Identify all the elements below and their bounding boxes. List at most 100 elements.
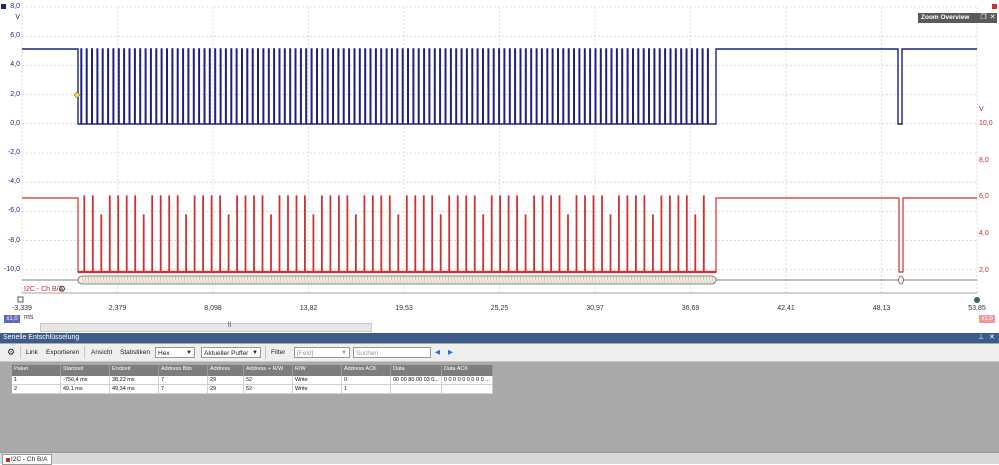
- table-column-header[interactable]: Address + R/W: [243, 365, 293, 376]
- table-column-header[interactable]: Address: [207, 365, 244, 376]
- table-cell: -756,4 ms: [60, 376, 110, 385]
- x-tick: 25,25: [490, 305, 509, 312]
- search-input[interactable]: Suchen: [353, 347, 431, 358]
- table-row[interactable]: 1 -756,4 ms 38,22 ms 7 29 52 Write 0 00 00 80 00…: [12, 376, 493, 385]
- field-select[interactable]: [Feld] ▼: [294, 347, 350, 358]
- table-cell: 1: [341, 384, 391, 394]
- close-icon[interactable]: ✕: [989, 13, 996, 23]
- x-tick: 8,098: [204, 305, 222, 312]
- x-tick: 53,85: [968, 305, 986, 312]
- x-tick: 36,69: [681, 305, 700, 312]
- y-left-tick: 0,0: [10, 119, 20, 127]
- table-column-header[interactable]: Address ACK: [341, 365, 391, 376]
- x-tick: 30,97: [586, 305, 604, 312]
- table-column-header[interactable]: Data ACK: [441, 365, 493, 376]
- y-right-tick: 6,0: [979, 193, 989, 201]
- table-column-header[interactable]: Address Bits: [158, 365, 208, 376]
- scrollbar-grip-icon[interactable]: ll: [228, 322, 231, 329]
- x-tick: 48,13: [872, 305, 891, 312]
- decoder-toolbar: ⚙ Link Exportieren Ansicht Statistiken H…: [0, 344, 999, 362]
- y-right-tick: 4,0: [979, 230, 989, 238]
- table-cell: 1: [12, 376, 61, 385]
- zoom-overview-panel[interactable]: Zoom Overview ❐ ✕: [918, 13, 997, 23]
- tab-i2c-channel[interactable]: I2C - Ch B/A: [2, 454, 53, 465]
- table-column-header[interactable]: R/W: [292, 365, 342, 376]
- table-cell: 7: [158, 376, 208, 385]
- table-cell: 7: [158, 384, 208, 394]
- format-value: Hex: [158, 350, 170, 357]
- table-cell: Write: [292, 376, 342, 385]
- field-placeholder: [Feld]: [297, 350, 314, 357]
- serial-decoder-panel: Serielle Entschlüsselung ⊥ ✕ ⚙ Link Expo…: [0, 333, 999, 463]
- table-column-header[interactable]: Paket: [12, 365, 61, 376]
- gear-icon[interactable]: ⚙: [58, 284, 66, 295]
- table-cell: [390, 384, 442, 394]
- settings-gear-icon[interactable]: ⚙: [7, 347, 15, 358]
- decoder-title: Serielle Entschlüsselung: [3, 334, 80, 341]
- scope-plot[interactable]: [0, 0, 999, 333]
- time-scrollbar[interactable]: [40, 323, 372, 332]
- close-icon[interactable]: ✕: [989, 333, 995, 343]
- time-start-marker-icon[interactable]: [17, 296, 24, 303]
- table-cell: 29: [207, 384, 244, 394]
- decode-packet-2[interactable]: [898, 275, 904, 285]
- table-column-header[interactable]: Startzeit: [60, 365, 110, 376]
- chevron-down-icon: ▼: [341, 350, 347, 356]
- link-button[interactable]: Link: [26, 347, 38, 358]
- channel-b-marker-icon[interactable]: [992, 4, 997, 9]
- table-cell: 52: [243, 384, 293, 394]
- table-column-header[interactable]: Data: [390, 365, 442, 376]
- zoom-overview-title: Zoom Overview: [921, 14, 970, 21]
- y-left-tick: 8,0: [10, 3, 20, 10]
- x-unit: ms: [24, 314, 34, 321]
- y-left-tick: 6,0: [10, 32, 20, 40]
- decoder-title-bar: Serielle Entschlüsselung ⊥ ✕: [0, 333, 999, 343]
- format-select[interactable]: Hex ▼: [155, 347, 195, 358]
- y-left-tick: -10,0: [4, 265, 20, 273]
- left-scale-tag[interactable]: x1,0: [4, 315, 20, 323]
- table-cell: 0 0 0 0 0 0 0 0 0 ...: [441, 376, 493, 385]
- time-end-marker-icon[interactable]: [974, 297, 980, 303]
- table-column-header[interactable]: Endzeit: [109, 365, 159, 376]
- trigger-marker-icon[interactable]: [73, 91, 81, 99]
- table-header-row: Paket Startzeit Endzeit Address Bits Address…: [12, 365, 493, 376]
- export-button[interactable]: Exportieren: [46, 347, 79, 358]
- channel-color-icon: [6, 458, 10, 462]
- filter-button[interactable]: Filter: [271, 347, 285, 358]
- channel-b-waveform: [22, 195, 977, 274]
- x-tick: 2,379: [108, 305, 127, 312]
- statistics-button[interactable]: Statistiken: [120, 347, 150, 358]
- search-next-icon[interactable]: ▶: [448, 347, 453, 358]
- y-left-tick: -6,0: [7, 207, 20, 215]
- x-tick: 42,41: [777, 305, 795, 312]
- table-cell: 0: [341, 376, 391, 385]
- view-button[interactable]: Ansicht: [91, 347, 112, 358]
- y-left-tick: -8,0: [7, 236, 20, 244]
- decode-track: [22, 275, 977, 285]
- table-cell: 29: [207, 376, 244, 385]
- table-cell: 49,1 ms: [60, 384, 110, 394]
- table-cell: 00 00 80 00 03 0...: [390, 376, 442, 385]
- table-cell: 52: [243, 376, 293, 385]
- table-cell: [441, 384, 493, 394]
- y-left-tick: -2,0: [7, 149, 20, 156]
- decoder-tab-bar: I2C - Ch B/A: [0, 452, 999, 465]
- channel-a-trace: [22, 48, 977, 125]
- table-cell: 38,22 ms: [109, 376, 159, 385]
- y-left-tick: -4,0: [7, 178, 20, 186]
- right-scale-tag[interactable]: x1,0: [979, 315, 995, 323]
- tab-label: I2C - Ch B/A: [11, 456, 48, 463]
- table-cell: 2: [12, 384, 61, 394]
- pin-icon[interactable]: ⊥: [978, 333, 984, 343]
- decoder-table[interactable]: Paket Startzeit Endzeit Address Bits Address…: [12, 365, 493, 394]
- search-previous-icon[interactable]: ◀: [435, 347, 440, 358]
- scope-view[interactable]: 8,0 6,0 4,0 2,0 0,0 -2,0 -4,0 -6,0 -8,0 -10,0 10,…: [0, 0, 999, 333]
- channel-a-waveform: [22, 48, 977, 125]
- restore-icon[interactable]: ❐: [980, 13, 987, 23]
- buffer-value: Aktueller Puffer: [204, 350, 249, 357]
- buffer-select[interactable]: Aktueller Puffer ▼: [201, 347, 261, 358]
- table-row[interactable]: 2 49,1 ms 49,34 ms 7 29 52 Write 1: [12, 384, 493, 394]
- x-tick: 13,82: [299, 305, 318, 312]
- y-right-tick: 8,0: [979, 156, 989, 164]
- chevron-down-icon: ▼: [186, 350, 192, 356]
